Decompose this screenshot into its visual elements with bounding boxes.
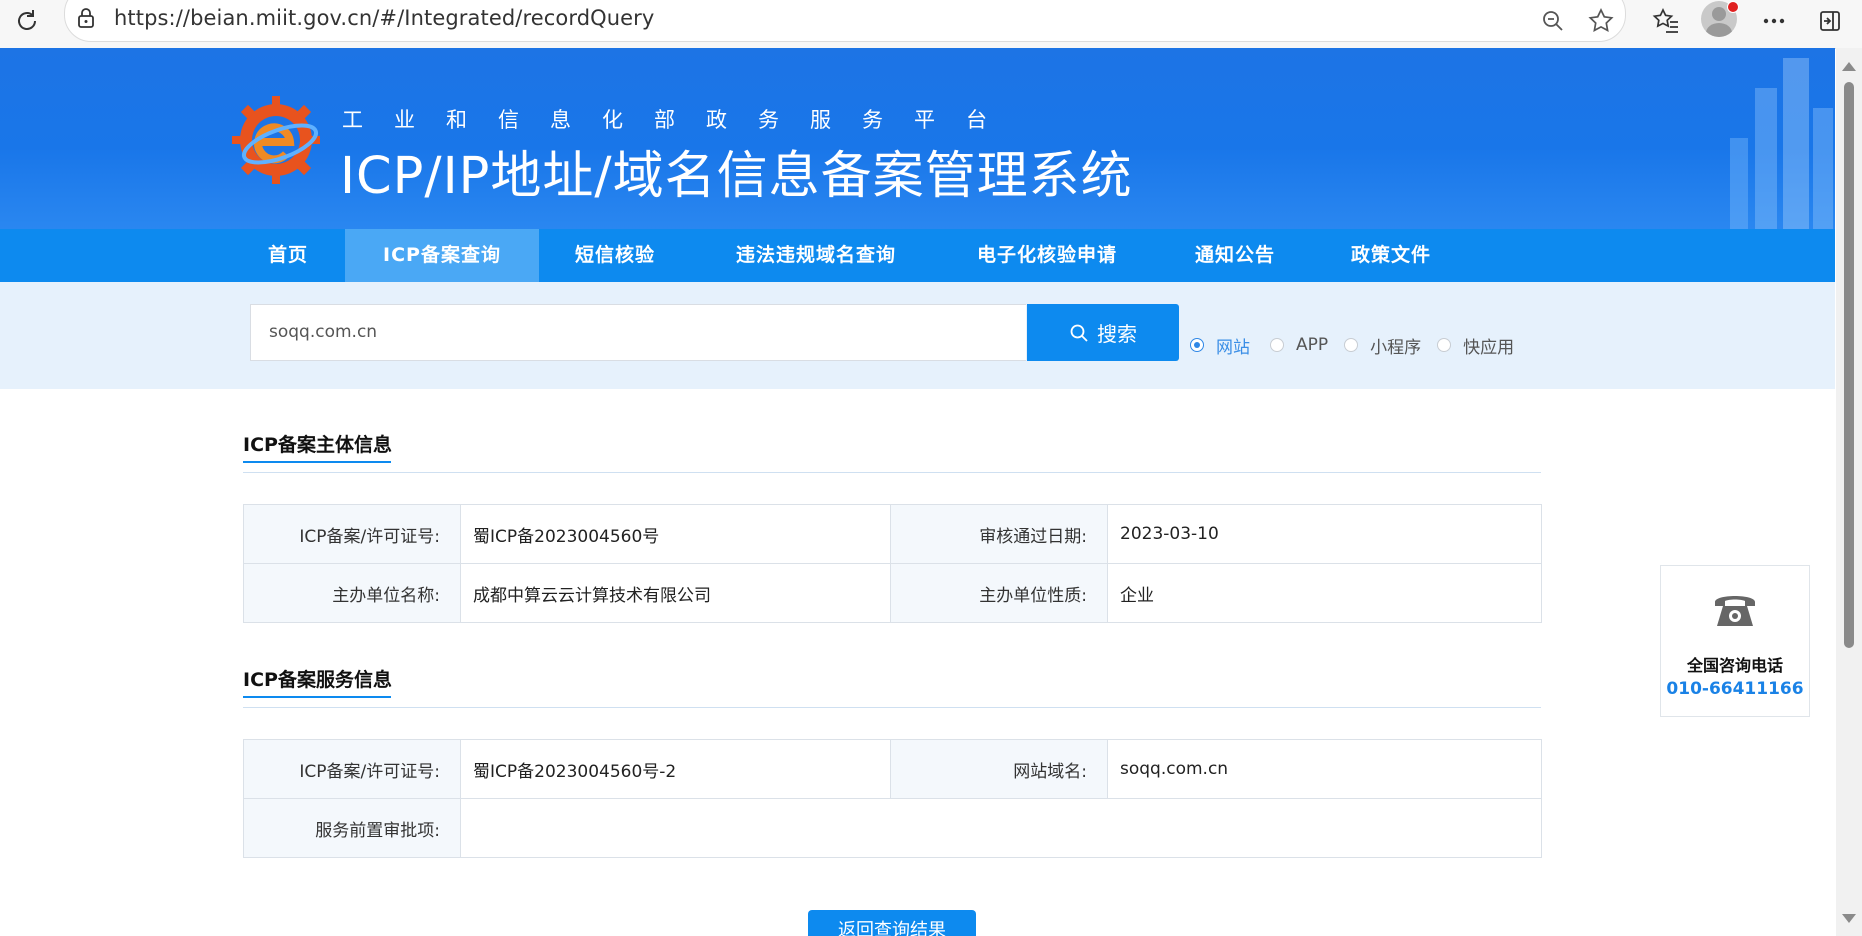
service-license-no-value: 蜀ICP备2023004560号-2 xyxy=(460,739,891,799)
search-icon xyxy=(1070,324,1088,342)
search-area: soqq.com.cn 搜索 网站 APP 小程序 快应用 xyxy=(0,282,1835,389)
approval-date-label: 审核通过日期: xyxy=(890,504,1108,564)
website-domain-value: soqq.com.cn xyxy=(1107,739,1542,799)
header-banner: 工业和信息化部政务服务平台 ICP/IP地址/域名信息备案管理系统 xyxy=(0,48,1835,229)
consult-hotline-box[interactable]: 全国咨询电话 010-66411166 xyxy=(1660,565,1810,717)
nav-item-illegal-domain-query[interactable]: 违法违规域名查询 xyxy=(716,229,916,282)
favorites-list-icon[interactable] xyxy=(1648,3,1684,39)
zoom-out-icon[interactable] xyxy=(1535,3,1571,39)
miit-logo-icon xyxy=(232,96,320,184)
search-button-label: 搜索 xyxy=(1097,322,1137,346)
entity-section-underline xyxy=(243,461,391,463)
favorite-star-icon[interactable] xyxy=(1583,3,1619,39)
radio-quick-app-label: 快应用 xyxy=(1463,337,1515,358)
city-skyline-decoration xyxy=(1730,58,1833,229)
radio-mini-program[interactable]: 小程序 xyxy=(1344,333,1421,358)
service-license-no-label: ICP备案/许可证号: xyxy=(243,739,461,799)
radio-app-label: APP xyxy=(1296,335,1329,355)
table-row: ICP备案/许可证号: 蜀ICP备2023004560号 审核通过日期: 202… xyxy=(243,504,1542,564)
organizer-name-label: 主办单位名称: xyxy=(243,563,461,623)
nav-item-icp-query[interactable]: ICP备案查询 xyxy=(345,229,539,282)
radio-mini-program-label: 小程序 xyxy=(1370,337,1422,358)
nav-item-home[interactable]: 首页 xyxy=(245,229,331,282)
table-row: 服务前置审批项: xyxy=(243,798,1542,858)
table-row: ICP备案/许可证号: 蜀ICP备2023004560号-2 网站域名: soq… xyxy=(243,739,1542,799)
browser-toolbar: https://beian.miit.gov.cn/#/Integrated/r… xyxy=(0,0,1862,49)
nav-item-notices[interactable]: 通知公告 xyxy=(1180,229,1290,282)
page-scrollbar[interactable] xyxy=(1836,48,1862,936)
service-section-title: ICP备案服务信息 xyxy=(243,669,392,691)
more-menu-icon[interactable] xyxy=(1756,3,1792,39)
lock-icon[interactable] xyxy=(76,6,96,30)
entity-section-title: ICP备案主体信息 xyxy=(243,434,392,456)
table-row: 主办单位名称: 成都中算云云计算技术有限公司 主办单位性质: 企业 xyxy=(243,563,1542,623)
nav-item-e-verify-apply[interactable]: 电子化核验申请 xyxy=(960,229,1134,282)
back-to-results-button[interactable]: 返回查询结果 xyxy=(808,910,976,936)
pre-approval-value xyxy=(460,798,1542,858)
radio-quick-app[interactable]: 快应用 xyxy=(1437,333,1514,358)
service-section-divider xyxy=(243,707,1541,708)
service-info-table: ICP备案/许可证号: 蜀ICP备2023004560号-2 网站域名: soq… xyxy=(243,739,1542,858)
ministry-subtitle: 工业和信息化部政务服务平台 xyxy=(342,108,1018,132)
organizer-type-label: 主办单位性质: xyxy=(890,563,1108,623)
consult-phone: 010-66411166 xyxy=(1666,679,1804,699)
scroll-down-arrow-icon[interactable] xyxy=(1842,914,1856,923)
main-nav: 首页 ICP备案查询 短信核验 违法违规域名查询 电子化核验申请 通知公告 政策… xyxy=(0,229,1835,282)
notification-dot xyxy=(1727,1,1739,13)
approval-date-value: 2023-03-10 xyxy=(1107,504,1542,564)
reload-icon[interactable] xyxy=(10,4,44,38)
search-button[interactable]: 搜索 xyxy=(1027,304,1179,361)
search-type-radio-group: 网站 APP 小程序 快应用 xyxy=(1190,330,1530,360)
organizer-name-value: 成都中算云云计算技术有限公司 xyxy=(460,563,891,623)
nav-item-sms-verify[interactable]: 短信核验 xyxy=(555,229,675,282)
scroll-up-arrow-icon[interactable] xyxy=(1842,62,1856,71)
website-domain-label: 网站域名: xyxy=(890,739,1108,799)
url-text[interactable]: https://beian.miit.gov.cn/#/Integrated/r… xyxy=(114,6,654,30)
page-title: ICP/IP地址/域名信息备案管理系统 xyxy=(340,147,1133,206)
pre-approval-label: 服务前置审批项: xyxy=(243,798,461,858)
service-section-underline xyxy=(243,696,391,698)
sidebar-toggle-icon[interactable] xyxy=(1812,3,1848,39)
entity-info-table: ICP备案/许可证号: 蜀ICP备2023004560号 审核通过日期: 202… xyxy=(243,504,1542,623)
radio-website[interactable]: 网站 xyxy=(1190,333,1250,358)
scrollbar-thumb[interactable] xyxy=(1844,82,1854,648)
telephone-icon xyxy=(1715,596,1755,626)
consult-label: 全国咨询电话 xyxy=(1686,656,1783,675)
nav-item-policy-docs[interactable]: 政策文件 xyxy=(1334,229,1448,282)
search-input[interactable]: soqq.com.cn xyxy=(250,304,1026,361)
license-no-value: 蜀ICP备2023004560号 xyxy=(460,504,891,564)
radio-website-label: 网站 xyxy=(1216,337,1250,358)
page-viewport: 工业和信息化部政务服务平台 ICP/IP地址/域名信息备案管理系统 首页 ICP… xyxy=(0,48,1835,936)
license-no-label: ICP备案/许可证号: xyxy=(243,504,461,564)
entity-section-divider xyxy=(243,472,1541,473)
organizer-type-value: 企业 xyxy=(1107,563,1542,623)
radio-app[interactable]: APP xyxy=(1270,335,1328,355)
